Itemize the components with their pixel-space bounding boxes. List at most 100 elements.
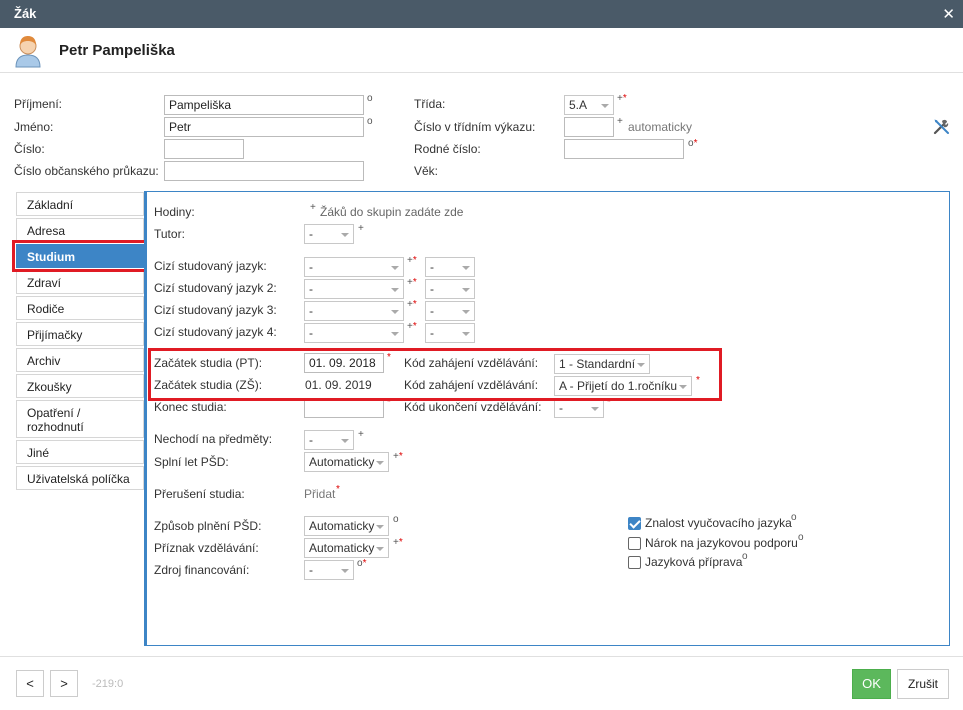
language-3-select[interactable]: -	[304, 301, 404, 321]
psd-mode-mark: o	[393, 514, 399, 525]
end-code-label: Kód ukončení vzdělávání:	[404, 400, 542, 414]
surname-mark: o	[367, 93, 373, 104]
tutor-select[interactable]: -	[304, 224, 354, 244]
not-attending-mark: +	[358, 429, 364, 440]
class-select[interactable]: 5.A	[564, 95, 614, 115]
tab-zdravi[interactable]: Zdraví	[16, 270, 144, 294]
not-attending-select[interactable]: -	[304, 430, 354, 450]
psd-years-mark: +*	[393, 451, 403, 462]
record-id: -219:0	[92, 678, 124, 690]
language-4-required: *	[412, 321, 417, 332]
class-report-number-input[interactable]	[564, 117, 614, 137]
language-1-mark: +*	[407, 255, 417, 266]
language-2-value: -	[309, 282, 313, 296]
tab-prijimacky[interactable]: Přijímačky	[16, 322, 144, 346]
language-knowledge-label: Znalost vyučovacího jazyka	[645, 516, 792, 530]
tab-uzivatelska-policka[interactable]: Uživatelská políčka	[16, 466, 144, 490]
funding-mark: o*	[357, 558, 366, 569]
language-3-mark: +*	[407, 299, 417, 310]
student-avatar-icon	[15, 36, 41, 68]
language-2-level-select[interactable]: -	[425, 279, 475, 299]
end-label: Konec studia:	[154, 400, 227, 414]
language-4-level-select[interactable]: -	[425, 323, 475, 343]
close-icon[interactable]: ✕	[942, 5, 955, 23]
class-value: 5.A	[569, 98, 588, 112]
tab-rodice[interactable]: Rodiče	[16, 296, 144, 320]
language-support-mark: o	[798, 532, 804, 543]
previous-record-button[interactable]: <	[16, 670, 44, 697]
id-card-label: Číslo občanského průkazu:	[14, 164, 159, 178]
language-preparation-label: Jazyková příprava	[645, 555, 743, 569]
language-3-label: Cizí studovaný jazyk 3:	[154, 303, 277, 317]
end-code-select[interactable]: -	[554, 398, 604, 418]
language-3-level-select[interactable]: -	[425, 301, 475, 321]
language-support-checkbox[interactable]	[628, 537, 641, 550]
language-2-level: -	[430, 282, 434, 296]
language-4-mark: +*	[407, 321, 417, 332]
firstname-input[interactable]: Petr	[164, 117, 364, 137]
language-preparation-checkbox[interactable]	[628, 556, 641, 569]
tutor-mark: +	[358, 223, 364, 234]
age-label: Věk:	[414, 164, 439, 178]
language-preparation-mark: o	[742, 551, 748, 562]
tools-icon[interactable]	[933, 118, 950, 135]
funding-label: Zdroj financování:	[154, 563, 250, 577]
language-1-required: *	[412, 255, 417, 266]
interruption-required: *	[336, 484, 340, 495]
psd-years-value: Automaticky	[309, 455, 375, 469]
tab-zkousky[interactable]: Zkoušky	[16, 374, 144, 398]
class-mark: +*	[617, 93, 627, 104]
end-code-value: -	[559, 401, 563, 415]
language-1-select[interactable]: -	[304, 257, 404, 277]
birth-number-input[interactable]	[564, 139, 684, 159]
ok-button[interactable]: OK	[852, 669, 891, 699]
interruption-label: Přerušení studia:	[154, 487, 245, 501]
language-2-required: *	[412, 277, 417, 288]
language-2-mark: +*	[407, 277, 417, 288]
psd-mode-select[interactable]: Automaticky	[304, 516, 389, 536]
language-support-label: Nárok na jazykovou podporu	[645, 536, 798, 550]
number-label: Číslo:	[14, 142, 45, 156]
not-attending-value: -	[309, 433, 313, 447]
tab-adresa[interactable]: Adresa	[16, 218, 144, 242]
language-2-label: Cizí studovaný jazyk 2:	[154, 281, 277, 295]
tab-jine[interactable]: Jiné	[16, 440, 144, 464]
psd-years-label: Splní let PŠD:	[154, 455, 229, 469]
tab-zakladni[interactable]: Základní	[16, 192, 144, 216]
class-required: *	[622, 93, 627, 104]
language-1-level-select[interactable]: -	[425, 257, 475, 277]
window-titlebar: Žák ✕	[0, 0, 963, 28]
number-input[interactable]	[164, 139, 244, 159]
start-study-highlight	[148, 348, 722, 401]
tutor-value: -	[309, 227, 313, 241]
language-2-select[interactable]: -	[304, 279, 404, 299]
birth-number-label: Rodné číslo:	[414, 142, 481, 156]
next-record-button[interactable]: >	[50, 670, 78, 697]
language-4-value: -	[309, 326, 313, 340]
hours-label: Hodiny:	[154, 205, 195, 219]
edu-flag-value: Automaticky	[309, 541, 375, 555]
funding-value: -	[309, 563, 313, 577]
id-card-input[interactable]	[164, 161, 364, 181]
funding-required: *	[362, 558, 367, 569]
psd-mode-value: Automaticky	[309, 519, 375, 533]
funding-select[interactable]: -	[304, 560, 354, 580]
firstname-mark: o	[367, 116, 373, 127]
language-4-label: Cizí studovaný jazyk 4:	[154, 325, 277, 339]
tutor-label: Tutor:	[154, 227, 185, 241]
interruption-add-link[interactable]: Přidat	[304, 487, 335, 501]
language-4-select[interactable]: -	[304, 323, 404, 343]
language-knowledge-checkbox[interactable]	[628, 517, 641, 530]
birth-number-mark: o*	[688, 138, 697, 149]
language-3-required: *	[412, 299, 417, 310]
psd-years-select[interactable]: Automaticky	[304, 452, 389, 472]
tab-archiv[interactable]: Archiv	[16, 348, 144, 372]
hours-groups-link[interactable]: Žáků do skupin zadáte zde	[320, 205, 463, 219]
edu-flag-select[interactable]: Automaticky	[304, 538, 389, 558]
end-input[interactable]	[304, 398, 384, 418]
surname-input[interactable]: Pampeliška	[164, 95, 364, 115]
cancel-button[interactable]: Zrušit	[897, 669, 949, 699]
edu-flag-mark: +*	[393, 537, 403, 548]
tab-opatreni[interactable]: Opatření / rozhodnutí	[16, 400, 144, 438]
footer-divider	[0, 656, 963, 657]
